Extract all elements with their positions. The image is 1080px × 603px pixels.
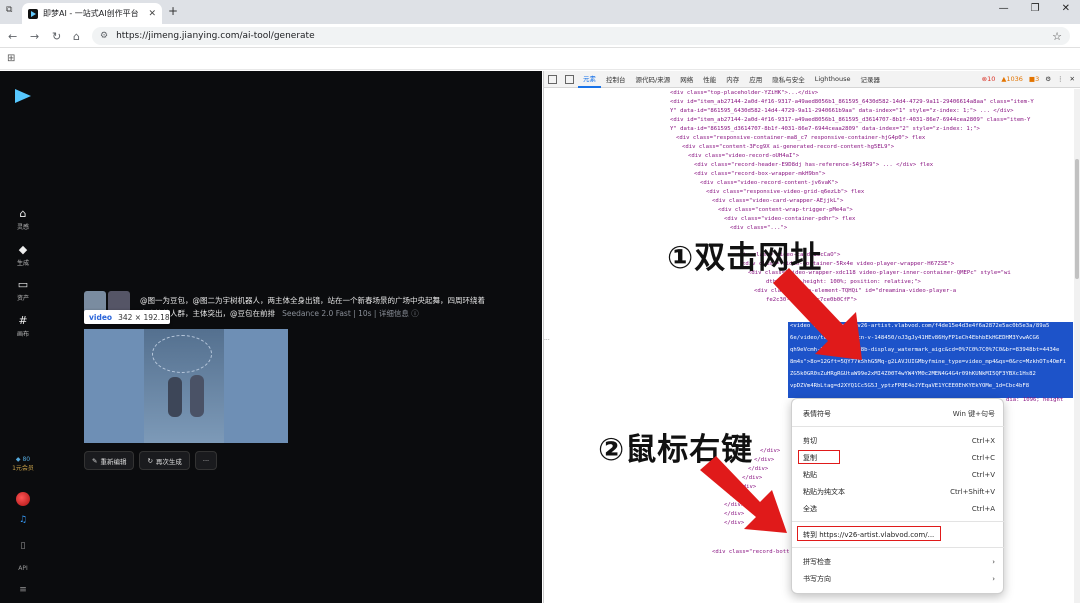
arrow-to-url-icon [773, 268, 862, 360]
arrow-to-goto-icon [700, 456, 787, 533]
screenshot-root: ⧉ 即梦AI - 一站式AI创作平台 ✕ + — ❐ ✕ ← → ↻ ⌂ ⚙ h… [0, 0, 1080, 603]
annotation-arrows [700, 268, 862, 533]
